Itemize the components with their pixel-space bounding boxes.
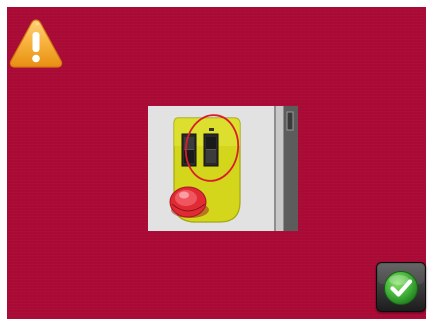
emergency-stop-instruction-image bbox=[148, 106, 298, 231]
exclamation-dot bbox=[32, 54, 40, 63]
confirm-button[interactable] bbox=[376, 262, 426, 312]
left-switch bbox=[181, 133, 197, 167]
checkmark-icon bbox=[384, 271, 418, 305]
screen bbox=[0, 0, 433, 325]
right-switch bbox=[203, 128, 219, 167]
exclamation-bar bbox=[32, 32, 40, 52]
warning-icon bbox=[8, 17, 64, 69]
